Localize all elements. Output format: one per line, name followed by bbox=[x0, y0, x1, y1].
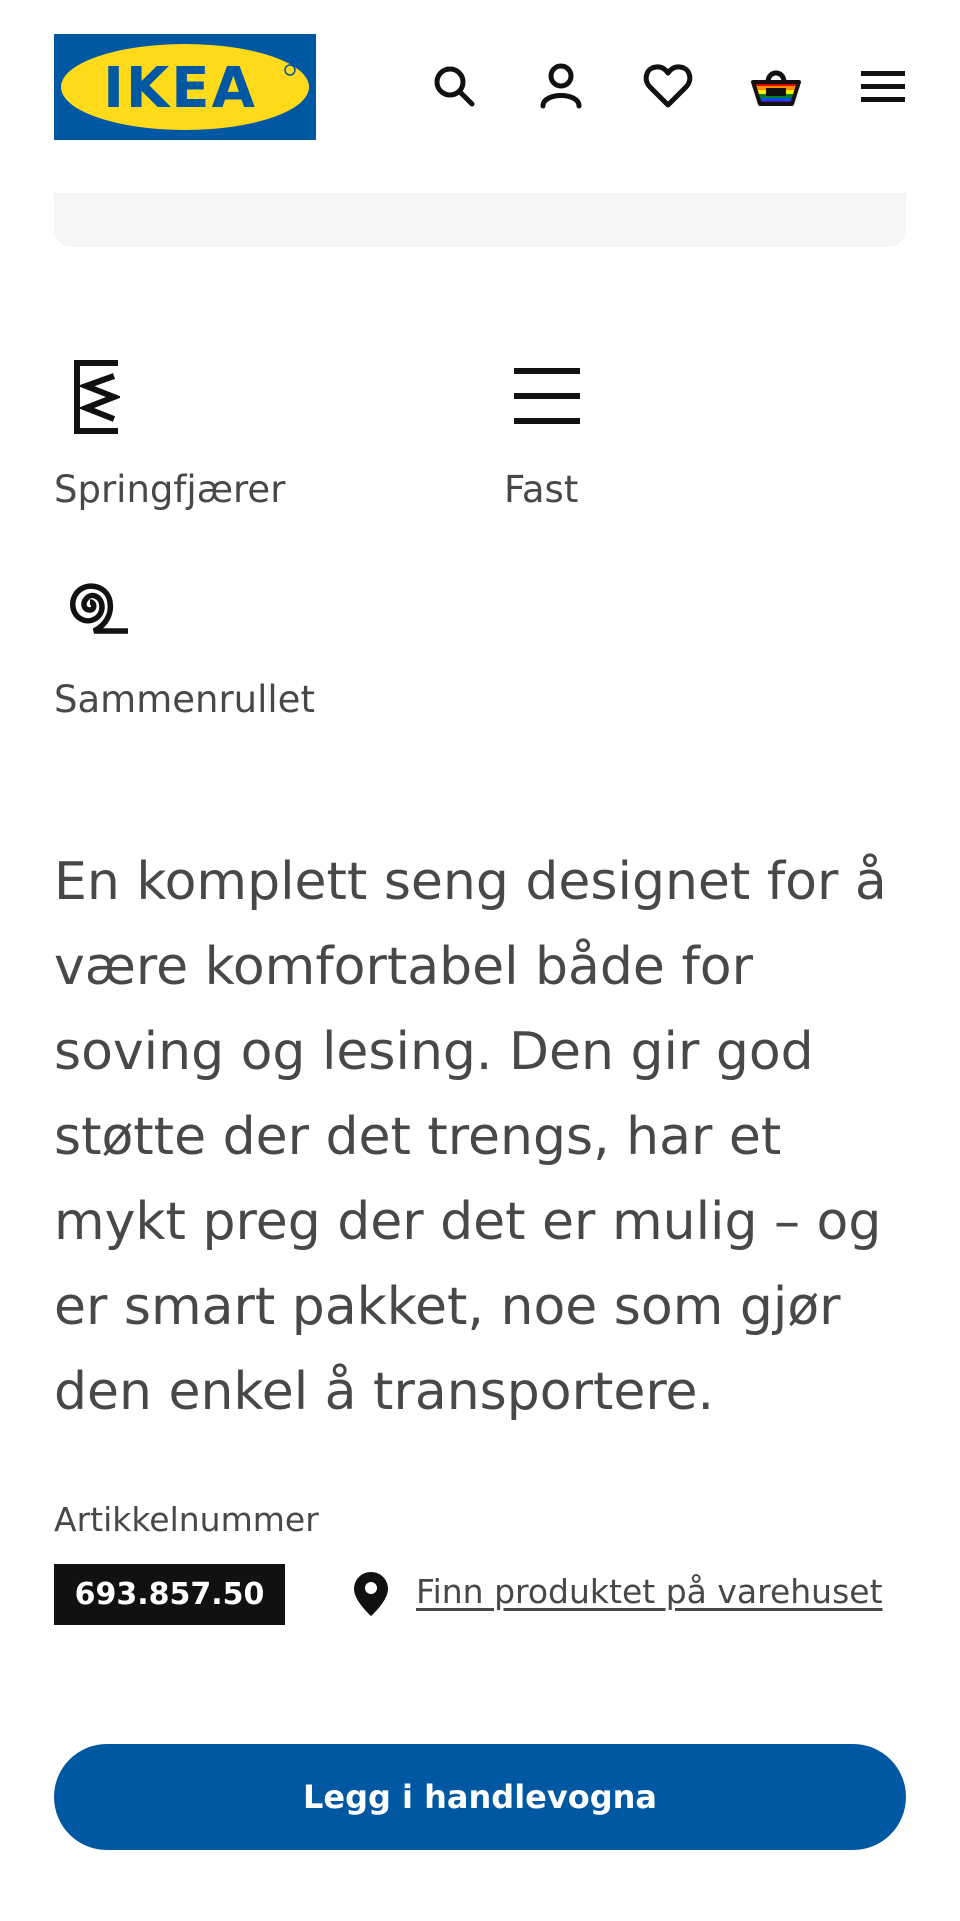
shopping-basket-icon[interactable] bbox=[750, 60, 802, 112]
location-pin-icon bbox=[352, 1570, 390, 1622]
media-panel-bottom bbox=[54, 193, 906, 247]
feature-label: Fast bbox=[504, 468, 579, 511]
article-number-label: Artikkelnummer bbox=[54, 1500, 319, 1539]
site-header: IKEA bbox=[0, 0, 960, 175]
search-icon[interactable] bbox=[428, 60, 480, 112]
feature-firmness: Fast bbox=[504, 360, 904, 520]
add-to-cart-button[interactable]: Legg i handlevogna bbox=[54, 1744, 906, 1850]
find-in-store-link[interactable]: Finn produktet på varehuset bbox=[416, 1572, 883, 1611]
menu-hamburger-icon[interactable] bbox=[857, 60, 909, 112]
product-description: En komplett seng designet for å være kom… bbox=[54, 852, 887, 1422]
spring-coil-icon bbox=[74, 360, 123, 440]
firmness-firm-icon bbox=[514, 368, 580, 432]
svg-text:IKEA: IKEA bbox=[103, 56, 257, 121]
feature-rolled: Sammenrullet bbox=[54, 580, 454, 730]
article-number-badge: 693.857.50 bbox=[54, 1564, 285, 1625]
ikea-logo[interactable]: IKEA bbox=[54, 34, 316, 140]
rolled-package-icon bbox=[62, 580, 132, 644]
feature-label: Springfjærer bbox=[54, 468, 286, 511]
account-icon[interactable] bbox=[535, 60, 587, 112]
feature-label: Sammenrullet bbox=[54, 678, 315, 721]
feature-springs: Springfjærer bbox=[54, 360, 454, 520]
favorites-heart-icon[interactable] bbox=[642, 60, 694, 112]
ikea-logo-mark: IKEA bbox=[54, 34, 316, 140]
